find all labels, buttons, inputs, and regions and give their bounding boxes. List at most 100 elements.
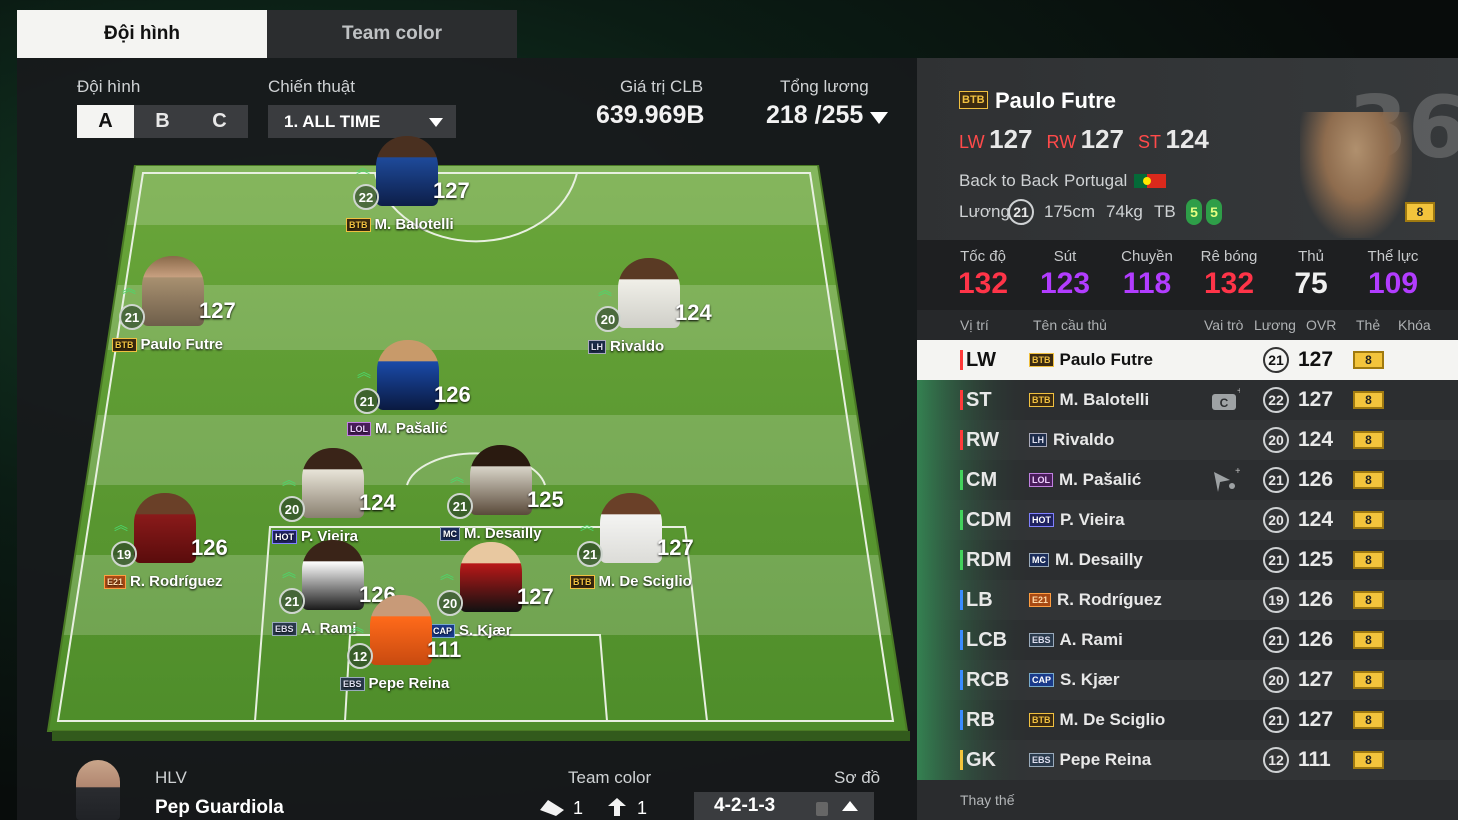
captain-icon[interactable]: C+ xyxy=(1210,386,1240,414)
position-color-bar xyxy=(960,550,963,570)
row-salary: 20 xyxy=(1263,427,1289,453)
stat-4: Thủ 75 xyxy=(1271,248,1351,301)
roster-row-st[interactable]: ST BTB M. Balotelli C +22 127 8 xyxy=(917,380,1458,420)
selected-player-positions: LW 127 RW 127 ST 124 xyxy=(959,124,1209,154)
row-ovr: 126 xyxy=(1298,468,1334,491)
row-card-grade[interactable]: 8 xyxy=(1353,591,1384,609)
season-badge: EBS xyxy=(272,621,297,636)
coach-name[interactable]: Pep Guardiola xyxy=(155,797,284,819)
roster-row-rb[interactable]: RB BTB M. De Sciglio 21 127 8 xyxy=(917,700,1458,740)
season-badge: EBS xyxy=(340,676,365,691)
row-card-grade[interactable]: 8 xyxy=(1353,551,1384,569)
selected-player-season-badge: BTB xyxy=(959,90,988,109)
roster-row-cm[interactable]: CM LOL M. Pašalić +21 126 8 xyxy=(917,460,1458,500)
season-badge: BTB xyxy=(1029,713,1054,727)
row-card-grade[interactable]: 8 xyxy=(1353,671,1384,689)
pitch-player-rdm[interactable]: ︽ 21 125 MC M. Desailly xyxy=(425,445,575,555)
row-card-grade[interactable]: 8 xyxy=(1353,391,1384,409)
pitch-player-rw[interactable]: ︽ 20 124 LH Rivaldo xyxy=(573,258,723,368)
row-position: CDM xyxy=(966,508,1012,531)
roster-row-gk[interactable]: GK EBS Pepe Reina 12 111 8 xyxy=(917,740,1458,780)
pitch-player-lb[interactable]: ︽ 19 126 E21 R. Rodríguez xyxy=(89,493,239,603)
pitch-player-cm[interactable]: ︽ 21 126 LOL M. Pašalić xyxy=(332,340,482,450)
col-card: Thẻ xyxy=(1356,317,1381,333)
season-badge: E21 xyxy=(104,574,127,589)
row-player-name: R. Rodríguez xyxy=(1057,590,1162,609)
row-card-grade[interactable]: 8 xyxy=(1353,431,1384,449)
upgrade-arrow-icon: ︽ xyxy=(350,619,364,635)
player-name-label: BTB M. De Sciglio xyxy=(570,573,692,590)
pitch-player-st[interactable]: ︽ 22 127 BTB M. Balotelli xyxy=(331,136,481,246)
svg-text:+: + xyxy=(1235,466,1240,477)
roster-row-lb[interactable]: LB E21 R. Rodríguez 19 126 8 xyxy=(917,580,1458,620)
selected-player-portrait xyxy=(1300,112,1412,238)
col-name: Tên cầu thủ xyxy=(1033,317,1107,333)
pitch-player-rb[interactable]: ︽ 21 127 BTB M. De Sciglio xyxy=(555,493,705,603)
player-name: M. Pašalić xyxy=(375,420,448,437)
roster-row-lw[interactable]: LW BTB Paulo Futre 21 127 8 xyxy=(917,340,1458,380)
position-color-bar xyxy=(960,430,963,450)
squad-slot-a-button[interactable]: A xyxy=(77,105,134,138)
player-level: 21 xyxy=(119,304,145,330)
roster-row-rcb[interactable]: RCB CAP S. Kjær 20 127 8 xyxy=(917,660,1458,700)
row-card-grade[interactable]: 8 xyxy=(1353,711,1384,729)
roster-row-rdm[interactable]: RDM MC M. Desailly 21 125 8 xyxy=(917,540,1458,580)
player-level: 21 xyxy=(279,588,305,614)
strong-foot-icon: 5 xyxy=(1206,199,1222,225)
player-rating: 124 xyxy=(675,300,712,325)
player-name-label: EBS Pepe Reina xyxy=(340,675,449,692)
row-player-name: Rivaldo xyxy=(1053,430,1115,449)
row-card-grade[interactable]: 8 xyxy=(1353,351,1384,369)
row-card-grade[interactable]: 8 xyxy=(1353,751,1384,769)
row-salary: 22 xyxy=(1263,387,1289,413)
player-level: 20 xyxy=(279,496,305,522)
selected-player-salary: 21 xyxy=(1008,199,1034,225)
squad-label: Đội hình xyxy=(77,77,141,96)
player-avatar xyxy=(600,493,662,563)
svg-text:+: + xyxy=(1237,386,1240,397)
row-card-grade[interactable]: 8 xyxy=(1353,511,1384,529)
salary-dropdown-icon[interactable] xyxy=(870,112,888,124)
tab-squad[interactable]: Đội hình xyxy=(17,10,267,58)
row-card-grade[interactable]: 8 xyxy=(1353,631,1384,649)
upgrade-arrow-icon: ︽ xyxy=(282,472,296,488)
season-badge: HOT xyxy=(1029,513,1054,527)
row-card-grade[interactable]: 8 xyxy=(1353,471,1384,489)
pitch-player-lw[interactable]: ︽ 21 127 BTB Paulo Futre xyxy=(97,256,247,366)
tab-team-color[interactable]: Team color xyxy=(267,10,517,58)
row-position: GK xyxy=(966,748,996,771)
position-color-bar xyxy=(960,510,963,530)
row-player-name: Paulo Futre xyxy=(1059,350,1154,369)
upgrade-arrow-icon: ︽ xyxy=(356,160,370,176)
squad-slot-b-button[interactable]: B xyxy=(134,105,191,138)
player-level: 12 xyxy=(347,643,373,669)
upgrade-arrow-icon: ︽ xyxy=(450,469,464,485)
roster-row-rw[interactable]: RW LH Rivaldo 20 124 8 xyxy=(917,420,1458,460)
row-player: BTB M. Balotelli xyxy=(1029,390,1149,410)
upgrade-arrow-icon: ︽ xyxy=(598,282,612,298)
salary-total-label: Tổng lương xyxy=(780,77,869,96)
salary-total-value: 218 /255 xyxy=(766,101,864,129)
player-name-label: LOL M. Pašalić xyxy=(347,420,448,437)
row-salary: 20 xyxy=(1263,507,1289,533)
player-name-label: BTB Paulo Futre xyxy=(112,336,223,353)
tactic-dropdown[interactable]: 1. ALL TIME xyxy=(268,105,456,138)
formation-dropdown[interactable]: 4-2-1-3 xyxy=(694,792,874,820)
row-salary: 12 xyxy=(1263,747,1289,773)
player-avatar xyxy=(377,340,439,410)
row-player-name: P. Vieira xyxy=(1060,510,1125,529)
roster-row-cdm[interactable]: CDM HOT P. Vieira 20 124 8 xyxy=(917,500,1458,540)
pitch-player-gk[interactable]: ︽ 12 111 EBS Pepe Reina xyxy=(325,595,475,705)
selected-player-grade: 8 xyxy=(1405,202,1435,222)
selected-player-name: Paulo Futre xyxy=(995,88,1117,113)
season-badge: LOL xyxy=(347,421,371,436)
coach-avatar[interactable] xyxy=(76,760,120,820)
squad-slot-c-button[interactable]: C xyxy=(191,105,248,138)
roster-row-lcb[interactable]: LCB EBS A. Rami 21 126 8 xyxy=(917,620,1458,660)
stat-1: Sút 123 xyxy=(1025,248,1105,301)
pitch-edge xyxy=(52,731,910,741)
set-piece-icon[interactable]: + xyxy=(1210,466,1240,494)
club-value-label: Giá trị CLB xyxy=(620,77,704,96)
stat-label: Rê bóng xyxy=(1200,248,1258,265)
row-salary: 21 xyxy=(1263,547,1289,573)
